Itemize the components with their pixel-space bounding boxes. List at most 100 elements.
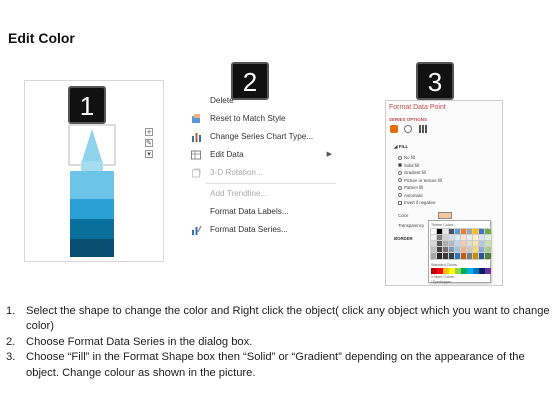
fill-line-icon[interactable] <box>390 125 398 133</box>
color-swatch[interactable] <box>437 268 443 274</box>
color-swatch[interactable] <box>478 228 486 236</box>
fill-option[interactable]: Invert if negative <box>398 199 442 207</box>
radio-button[interactable] <box>398 178 402 183</box>
color-swatch[interactable] <box>484 234 492 242</box>
color-swatch[interactable] <box>472 240 480 248</box>
color-swatch[interactable] <box>442 240 450 248</box>
color-swatch[interactable] <box>430 246 438 254</box>
color-swatch[interactable] <box>466 240 474 248</box>
color-swatch[interactable] <box>436 246 444 254</box>
series-options-icon[interactable] <box>418 125 427 133</box>
color-swatch[interactable] <box>430 252 438 260</box>
color-swatch[interactable] <box>443 268 449 274</box>
effects-icon[interactable] <box>404 125 413 133</box>
color-swatch[interactable] <box>431 268 437 274</box>
color-swatch[interactable] <box>484 240 492 248</box>
color-swatch[interactable] <box>448 246 456 254</box>
checkbox[interactable] <box>398 200 402 205</box>
color-swatch[interactable] <box>478 252 486 260</box>
color-swatch[interactable] <box>485 268 491 274</box>
color-swatch[interactable] <box>454 246 462 254</box>
color-swatch[interactable] <box>436 234 444 242</box>
color-swatch[interactable] <box>442 234 450 242</box>
fill-section-header[interactable]: ◢ FILL <box>394 144 408 150</box>
color-swatch[interactable] <box>460 234 468 242</box>
more-colors-option[interactable]: ● More Colors... <box>431 275 457 279</box>
menu-item-edit-data[interactable]: Edit Data ▶ <box>184 146 336 164</box>
color-label: Color <box>398 213 409 218</box>
color-swatch[interactable] <box>449 268 455 274</box>
color-swatch[interactable] <box>454 228 462 236</box>
chart-filters-icon[interactable]: ▾ <box>145 150 153 158</box>
radio-button[interactable] <box>398 185 402 190</box>
color-swatch[interactable] <box>436 240 444 248</box>
eyedropper-option[interactable]: ⁄ Eyedropper <box>431 280 451 284</box>
radio-button[interactable] <box>398 155 402 160</box>
color-swatch[interactable] <box>472 234 480 242</box>
color-swatch[interactable] <box>478 246 486 254</box>
color-swatch[interactable] <box>484 228 492 236</box>
color-swatch[interactable] <box>442 252 450 260</box>
chart-elements-icon[interactable]: + <box>145 128 153 136</box>
fill-option[interactable]: Solid fill <box>398 162 442 170</box>
color-swatch[interactable] <box>466 228 474 236</box>
color-swatch[interactable] <box>478 234 486 242</box>
chart-type-icon <box>192 133 201 142</box>
fill-option[interactable]: No fill <box>398 154 442 162</box>
color-swatch[interactable] <box>455 268 461 274</box>
color-swatch[interactable] <box>472 228 480 236</box>
pane-subtitle[interactable]: SERIES OPTIONS <box>389 117 427 122</box>
menu-item-format-data-labels[interactable]: Format Data Labels... <box>184 203 336 221</box>
color-swatch[interactable] <box>466 234 474 242</box>
color-swatch[interactable] <box>442 246 450 254</box>
menu-item-delete[interactable]: Delete <box>184 92 336 110</box>
color-swatch[interactable] <box>460 246 468 254</box>
fill-option[interactable]: Automatic <box>398 192 442 200</box>
color-swatch[interactable] <box>454 234 462 242</box>
color-swatch[interactable] <box>460 252 468 260</box>
color-swatch[interactable] <box>472 246 480 254</box>
eyedropper-label: Eyedropper <box>432 280 452 284</box>
color-swatch[interactable] <box>448 240 456 248</box>
format-data-point-pane: Format Data Point SERIES OPTIONS ◢ FILL … <box>385 100 503 286</box>
menu-item-label: 3-D Rotation... <box>210 168 263 177</box>
color-swatch[interactable] <box>436 252 444 260</box>
color-swatch[interactable] <box>478 240 486 248</box>
menu-item-add-trendline[interactable]: Add Trendline... <box>184 185 336 203</box>
color-swatch[interactable] <box>448 234 456 242</box>
color-swatch[interactable] <box>454 252 462 260</box>
color-picker-button[interactable] <box>438 212 452 219</box>
color-swatch[interactable] <box>467 268 473 274</box>
color-swatch[interactable] <box>448 252 456 260</box>
color-swatch[interactable] <box>484 252 492 260</box>
color-swatch[interactable] <box>460 228 468 236</box>
color-swatch[interactable] <box>479 268 485 274</box>
color-swatch[interactable] <box>472 252 480 260</box>
color-swatch[interactable] <box>484 246 492 254</box>
theme-colors-label: Theme Colors <box>431 223 454 227</box>
color-swatch[interactable] <box>473 268 479 274</box>
fill-option[interactable]: Gradient fill <box>398 169 442 177</box>
color-swatch[interactable] <box>436 228 444 236</box>
color-swatch[interactable] <box>461 268 467 274</box>
menu-item-3d-rotation[interactable]: 3-D Rotation... <box>184 164 336 182</box>
color-swatch[interactable] <box>454 240 462 248</box>
fill-option[interactable]: Pattern fill <box>398 184 442 192</box>
color-swatch[interactable] <box>442 228 450 236</box>
border-section-header[interactable]: BORDER <box>394 236 413 241</box>
menu-item-change-chart-type[interactable]: Change Series Chart Type... <box>184 128 336 146</box>
menu-item-reset-style[interactable]: Reset to Match Style <box>184 110 336 128</box>
chart-styles-icon[interactable]: ✎ <box>145 139 153 147</box>
radio-button[interactable] <box>398 193 402 198</box>
color-swatch[interactable] <box>460 240 468 248</box>
color-swatch[interactable] <box>448 228 456 236</box>
radio-button[interactable] <box>398 163 402 168</box>
radio-button[interactable] <box>398 170 402 175</box>
color-swatch[interactable] <box>430 240 438 248</box>
color-swatch[interactable] <box>430 228 438 236</box>
color-swatch[interactable] <box>466 246 474 254</box>
color-swatch[interactable] <box>466 252 474 260</box>
fill-option[interactable]: Picture or texture fill <box>398 177 442 185</box>
color-swatch[interactable] <box>430 234 438 242</box>
menu-item-format-data-series[interactable]: Format Data Series... <box>184 221 336 239</box>
